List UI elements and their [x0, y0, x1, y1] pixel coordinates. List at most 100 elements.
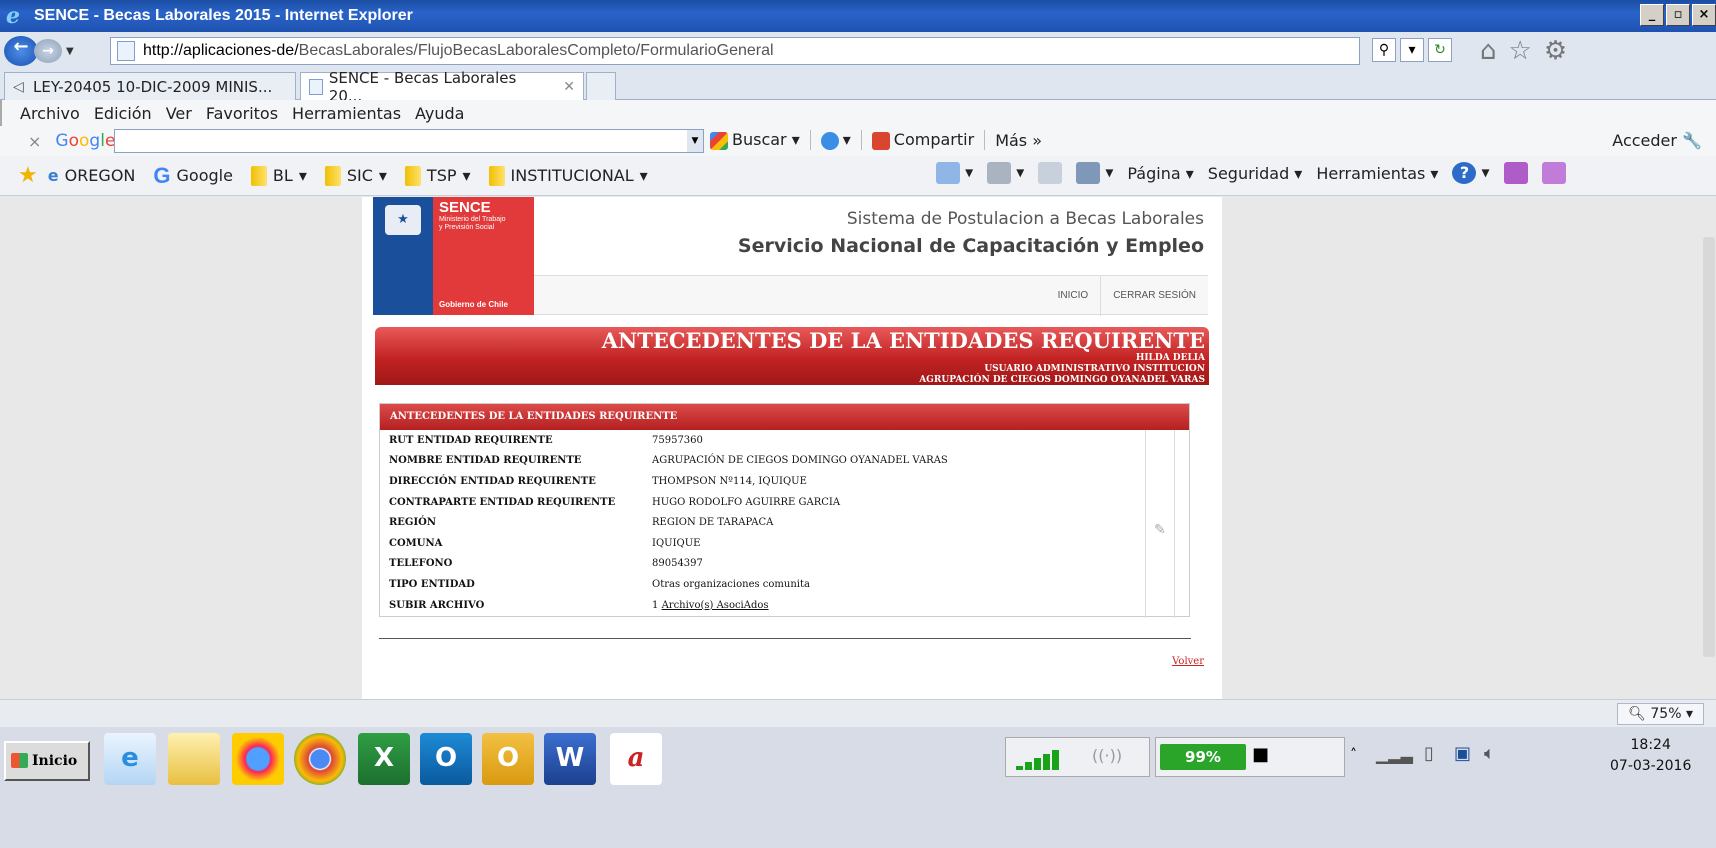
refresh-icon[interactable]: ↻	[1428, 38, 1452, 62]
close-tab-icon[interactable]: ✕	[563, 79, 575, 95]
forward-button[interactable]: →	[34, 39, 62, 63]
window-controls: _ ▫ ×	[1640, 4, 1716, 26]
page-banner: ANTECEDENTES DE LA ENTIDADES REQUIRENTE …	[375, 327, 1209, 385]
feeds-button[interactable]: ▾	[987, 162, 1024, 184]
logo-subtitle-2: y Previsión Social	[439, 224, 495, 231]
close-button[interactable]: ×	[1692, 4, 1716, 26]
edit-pencil-icon[interactable]: ✎	[1154, 522, 1166, 538]
tab-sence[interactable]: SENCE - Becas Laborales 20... ✕	[300, 69, 584, 105]
taskbar-outlook-mail-icon[interactable]: O	[482, 733, 534, 785]
attached-files-link[interactable]: Archivo(s) AsociAdos	[662, 600, 769, 611]
favorites-bar: ★ e OREGON G Google BL ▾ SIC ▾ TSP ▾ INSTI…	[0, 156, 1716, 196]
taskbar-outlook-icon[interactable]: O	[420, 733, 472, 785]
show-hidden-icons[interactable]: ˄	[1350, 747, 1357, 763]
mas-button[interactable]: Más »	[995, 131, 1042, 150]
add-icon	[820, 131, 839, 150]
address-bar[interactable]: http://aplicaciones-de/BecasLaborales/Fl…	[110, 37, 1360, 65]
nav-cerrar-sesion-link[interactable]: CERRAR SESIÓN	[1100, 276, 1208, 316]
taskbar: Inicio e X O O W a ((·)) 99% ■ ˄ ▁▂▃ ▯ ▣…	[0, 727, 1716, 848]
menu-archivo[interactable]: Archivo	[20, 104, 80, 123]
power-plug-icon[interactable]: ■	[1252, 744, 1269, 765]
seguridad-menu[interactable]: Seguridad ▾	[1208, 164, 1303, 183]
home-icon[interactable]: ⌂	[1480, 36, 1497, 66]
buscar-button[interactable]: Buscar ▾	[710, 130, 800, 150]
menu-edicion[interactable]: Edición	[94, 104, 152, 123]
logo-title: SENCE	[439, 199, 491, 216]
logo-subtitle-1: Ministerio del Trabajo	[439, 216, 506, 223]
window-titlebar: e SENCE - Becas Laborales 2015 - Interne…	[0, 0, 1716, 32]
help-button[interactable]: ? ▾	[1452, 162, 1490, 184]
table-row: CONTRAPARTE ENTIDAD REQUIRENTE HUGO RODOL…	[389, 496, 841, 508]
menu-favoritos[interactable]: Favoritos	[206, 104, 278, 123]
window-title: SENCE - Becas Laborales 2015 - Internet …	[34, 7, 413, 24]
maximize-button[interactable]: ▫	[1666, 4, 1690, 26]
taskbar-media-icon[interactable]	[232, 733, 284, 785]
menu-herramientas[interactable]: Herramientas	[292, 104, 401, 123]
fav-google[interactable]: G Google	[153, 163, 233, 189]
fav-folder-sic[interactable]: SIC ▾	[324, 165, 387, 186]
url-path: BecasLaborales/FlujoBecasLaboralesComple…	[298, 42, 774, 59]
compartir-button[interactable]: Compartir	[871, 130, 974, 150]
plus-menu-button[interactable]: ▾	[820, 130, 851, 150]
onenote-linked-icon[interactable]	[1541, 162, 1566, 184]
pdf-tab-icon: ◁	[13, 78, 24, 95]
address-controls: ⚲ ▾ ↻	[1372, 38, 1452, 62]
google-search-input[interactable]: ▼	[114, 129, 704, 153]
entity-details-panel: ANTECEDENTES DE LA ENTIDADES REQUIRENTE …	[379, 403, 1190, 618]
wrench-icon: 🔧	[1682, 131, 1702, 150]
wireless-icon[interactable]: ((·))	[1092, 746, 1122, 765]
acceder-button[interactable]: Acceder 🔧	[1612, 131, 1702, 150]
volver-link[interactable]: Volver	[1172, 656, 1204, 667]
volume-icon[interactable]: 🔈︎	[1484, 743, 1495, 764]
history-dropdown-icon[interactable]: ▼	[66, 46, 74, 57]
home-button[interactable]: ▾	[936, 162, 973, 184]
zoom-icon: 🔍︎	[1628, 706, 1646, 722]
ie-page-icon: e	[47, 166, 59, 185]
settings-gear-icon[interactable]: ⚙	[1544, 36, 1567, 66]
vertical-scrollbar[interactable]	[1702, 197, 1716, 699]
fav-folder-bl[interactable]: BL ▾	[250, 165, 307, 186]
menu-ayuda[interactable]: Ayuda	[415, 104, 464, 123]
print-button[interactable]: ▾	[1076, 162, 1113, 184]
table-row: DIRECCIÓN ENTIDAD REQUIRENTE THOMPSON Nº1…	[389, 475, 807, 487]
taskbar-acrobat-icon[interactable]: a	[610, 733, 662, 785]
nav-inicio-link[interactable]: INICIO	[1046, 276, 1101, 316]
taskbar-excel-icon[interactable]: X	[358, 733, 410, 785]
mail-icon	[1038, 162, 1063, 184]
taskbar-chrome-icon[interactable]	[294, 733, 346, 785]
fav-folder-tsp[interactable]: TSP ▾	[404, 165, 471, 186]
taskbar-explorer-icon[interactable]	[168, 733, 220, 785]
fav-oregon[interactable]: e OREGON	[48, 166, 136, 185]
onenote-icon[interactable]	[1503, 162, 1528, 184]
fav-folder-institucional[interactable]: INSTITUCIONAL ▾	[488, 165, 648, 186]
new-tab-button[interactable]	[586, 72, 616, 100]
device-icon[interactable]: ▯	[1424, 743, 1434, 764]
zoom-control[interactable]: 🔍︎ 75% ▾	[1617, 703, 1704, 725]
herramientas-menu[interactable]: Herramientas ▾	[1316, 164, 1438, 183]
web-page: ★ SENCE Ministerio del Trabajo y Previsi…	[362, 197, 1222, 699]
minimize-button[interactable]: _	[1640, 4, 1664, 26]
taskbar-ie-icon[interactable]: e	[104, 733, 156, 785]
close-toolbar-icon[interactable]: ×	[28, 132, 41, 151]
taskbar-clock[interactable]: 18:24 07-03-2016	[1610, 735, 1691, 777]
content-viewport: ★ SENCE Ministerio del Trabajo y Previsi…	[0, 197, 1716, 699]
start-button[interactable]: Inicio	[4, 741, 90, 781]
tab-ley[interactable]: ◁ LEY-20405 10-DIC-2009 MINIS...	[4, 72, 296, 100]
clock-date: 07-03-2016	[1610, 758, 1692, 774]
mail-button[interactable]	[1038, 162, 1063, 184]
banner-role: USUARIO ADMINISTRATIVO INSTITUCION	[984, 364, 1205, 374]
display-icon[interactable]: ▣	[1454, 743, 1471, 764]
menu-bar: Archivo Edición Ver Favoritos Herramient…	[0, 100, 1716, 126]
network-bars-icon[interactable]: ▁▂▃	[1376, 745, 1413, 764]
dropdown-icon[interactable]: ▾	[1400, 38, 1424, 62]
favorites-star-icon[interactable]: ☆	[1509, 36, 1532, 66]
chevron-down-icon[interactable]: ▼	[687, 130, 703, 152]
pagina-menu[interactable]: Página ▾	[1127, 164, 1193, 183]
signal-strength-icon	[1016, 750, 1059, 770]
table-row: NOMBRE ENTIDAD REQUIRENTE AGRUPACIÓN DE C…	[389, 455, 948, 467]
menu-ver[interactable]: Ver	[166, 104, 192, 123]
search-icon[interactable]: ⚲	[1372, 38, 1396, 62]
taskbar-word-icon[interactable]: W	[544, 733, 596, 785]
favorites-star-icon[interactable]: ★	[18, 163, 38, 188]
back-button[interactable]: ←	[4, 36, 38, 66]
